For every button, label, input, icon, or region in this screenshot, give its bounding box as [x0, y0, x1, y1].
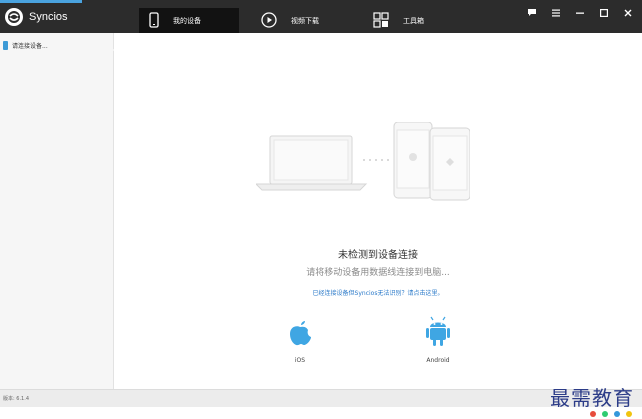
window-controls	[527, 8, 633, 18]
tab-label: 视频下载	[291, 17, 319, 25]
android-outline-icon	[429, 127, 470, 201]
help-link[interactable]: 已经连接设备但Syncios无法识别？请点击这里。	[114, 288, 642, 297]
tab-my-devices[interactable]: 我的设备	[139, 8, 239, 34]
play-icon	[261, 12, 277, 30]
feedback-icon[interactable]	[527, 8, 537, 18]
version-label: 版本: 6.1.4	[3, 396, 29, 402]
toolbox-icon	[373, 12, 389, 30]
sidebar-item-label: 请连接设备...	[12, 43, 48, 50]
phone-icon	[149, 12, 159, 30]
platform-android[interactable]: Android	[408, 315, 468, 364]
minimize-icon[interactable]	[575, 8, 585, 18]
title-bar: Syncios 我的设备 视频下载 工具箱	[0, 0, 642, 34]
no-device-title: 未检测到设备连接	[338, 250, 418, 261]
syncios-logo-icon	[5, 8, 23, 26]
maximize-icon[interactable]	[599, 8, 609, 18]
watermark-dots	[532, 411, 632, 417]
platform-ios[interactable]: iOS	[270, 315, 330, 364]
sidebar-item-connect-device[interactable]: 请连接设备...	[0, 38, 117, 54]
platform-name: iOS	[294, 357, 306, 364]
status-bar: 版本: 6.1.4	[0, 389, 642, 407]
tab-video-download[interactable]: 视频下载	[251, 8, 359, 34]
iphone-outline-icon	[393, 122, 433, 199]
accent-strip	[0, 0, 82, 3]
no-device-subtitle: 请将移动设备用数据线连接到电脑...	[306, 268, 450, 278]
app-title: Syncios	[29, 11, 68, 23]
menu-icon[interactable]	[551, 8, 561, 18]
brand: Syncios	[5, 8, 68, 26]
apple-icon	[286, 321, 314, 351]
watermark-text: 最需教育	[550, 386, 634, 410]
tab-label: 工具箱	[403, 17, 424, 25]
tab-label: 我的设备	[173, 17, 201, 25]
sidebar: 请连接设备...	[0, 33, 117, 389]
main-panel: 未检测到设备连接 请将移动设备用数据线连接到电脑... 已经连接设备但Synci…	[114, 33, 642, 389]
main-tabs: 我的设备 视频下载 工具箱	[139, 8, 471, 34]
device-connection-illustration	[256, 122, 470, 201]
android-icon	[424, 316, 452, 351]
tab-toolbox[interactable]: 工具箱	[363, 8, 471, 34]
platform-name: Android	[426, 357, 450, 364]
close-icon[interactable]	[623, 8, 633, 18]
device-icon	[3, 41, 8, 50]
